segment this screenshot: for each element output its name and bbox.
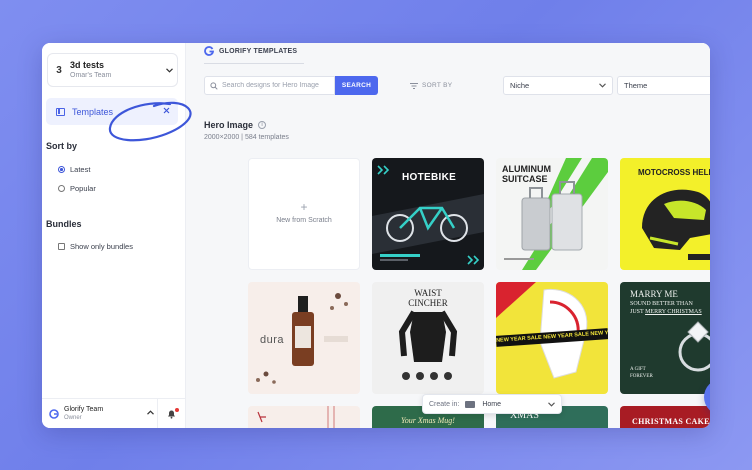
- brand-title: GLORIFY TEMPLATES: [219, 47, 298, 55]
- theme-select-value: Theme: [624, 81, 648, 90]
- account-role: Owner: [64, 415, 82, 421]
- templates-icon: [56, 107, 65, 116]
- niche-select-value: Niche: [510, 81, 530, 90]
- chevron-up-icon[interactable]: [144, 398, 158, 428]
- info-icon[interactable]: i: [258, 121, 267, 129]
- marry-line3: JUST: [630, 309, 644, 315]
- xmas-cake-title: CHRISTMAS CAKE?: [632, 417, 710, 426]
- account-info[interactable]: Glorify Team Owner: [64, 405, 144, 422]
- team-subtitle: Omar's Team: [70, 72, 112, 79]
- team-switcher[interactable]: 3 3d tests Omar's Team: [47, 53, 178, 87]
- sort-option-label: Latest: [70, 165, 91, 174]
- template-card-marry[interactable]: MARRY ME SOUND BETTER THAN JUST MERRY CH…: [620, 282, 710, 394]
- cincher-title: WAIST CINCHER: [372, 288, 484, 308]
- search-button[interactable]: SEARCH: [335, 76, 378, 95]
- sort-option-latest[interactable]: Latest: [58, 165, 90, 174]
- page-title-text: Hero Image: [204, 120, 254, 130]
- marry-text: MARRY ME SOUND BETTER THAN JUST MERRY CH…: [630, 289, 702, 380]
- search-box[interactable]: [204, 76, 335, 95]
- folder-icon: [465, 400, 476, 408]
- marry-line6: FOREVER: [630, 374, 653, 379]
- scribble-annotation: [108, 101, 192, 142]
- notification-dot: [175, 407, 179, 412]
- brand-underline: [204, 63, 304, 64]
- cincher-title-line1: WAIST: [414, 288, 442, 298]
- suitcase-title-line2: SUITCASE: [502, 174, 548, 184]
- plus-icon: +: [300, 200, 308, 214]
- create-in-label: Create in:: [429, 400, 460, 408]
- sort-by-label: SORT BY: [410, 82, 452, 89]
- marry-line2: SOUND BETTER THAN: [630, 301, 693, 307]
- radio-selected-icon[interactable]: [58, 166, 65, 173]
- niche-select[interactable]: Niche: [503, 76, 613, 95]
- search-icon: [210, 81, 218, 90]
- marry-line4: MERRY CHRISTMAS: [645, 309, 702, 315]
- template-card-row3-1[interactable]: [248, 406, 360, 428]
- show-only-bundles-checkbox[interactable]: Show only bundles: [58, 242, 133, 251]
- template-card-suitcase[interactable]: ALUMINUM SUITCASE: [496, 158, 608, 270]
- account-name: Glorify Team: [64, 406, 104, 413]
- main-content: GLORIFY TEMPLATES SEARCH SORT BY Niche T…: [186, 43, 710, 428]
- account-bar: Glorify Team Owner: [42, 398, 186, 428]
- bundles-heading: Bundles: [46, 219, 82, 229]
- topbar: GLORIFY TEMPLATES: [186, 43, 710, 63]
- dura-brand: dura: [260, 334, 285, 346]
- marry-line1: MARRY ME: [630, 289, 678, 299]
- search-input[interactable]: [222, 82, 332, 89]
- template-card-xmas-cake[interactable]: CHRISTMAS CAKE?: [620, 406, 710, 428]
- brand: GLORIFY TEMPLATES: [204, 46, 297, 56]
- sort-option-popular[interactable]: Popular: [58, 184, 96, 193]
- marry-line5: A GIFT: [630, 367, 646, 372]
- glorify-logo-icon: [204, 46, 214, 56]
- page-title: Hero Image i: [204, 120, 267, 130]
- template-card-cincher[interactable]: WAIST CINCHER: [372, 282, 484, 394]
- theme-select[interactable]: Theme: [617, 76, 710, 95]
- sort-icon: [410, 82, 418, 89]
- team-text: 3d tests Omar's Team: [70, 59, 161, 81]
- chevron-down-icon: [161, 66, 177, 75]
- template-card-dura[interactable]: dura: [248, 282, 360, 394]
- new-from-scratch-card[interactable]: + New from Scratch: [248, 158, 360, 270]
- notifications-button[interactable]: [158, 399, 186, 429]
- checkbox-label: Show only bundles: [70, 242, 133, 251]
- cincher-title-line2: CINCHER: [408, 298, 448, 308]
- hotebike-title: HOTEBIKE: [402, 172, 457, 183]
- template-card-helmet[interactable]: MOTOCROSS HELMET: [620, 158, 710, 270]
- suitcase-title-line1: ALUMINUM: [502, 164, 551, 174]
- helmet-title: MOTOCROSS HELMET: [638, 168, 710, 177]
- page-meta: 2000×2000 | 584 templates: [204, 134, 289, 141]
- new-from-scratch-label: New from Scratch: [276, 217, 332, 224]
- radio-icon[interactable]: [58, 185, 65, 192]
- glorify-logo-icon: [49, 408, 59, 419]
- sort-option-label: Popular: [70, 184, 96, 193]
- suitcase-title: ALUMINUM SUITCASE: [502, 164, 551, 184]
- template-card-hotebike[interactable]: HOTEBIKE: [372, 158, 484, 270]
- xmas-mug-title: Your Xmas Mug!: [401, 416, 455, 425]
- row3-1-thumbnail: [257, 406, 335, 428]
- team-number: 3: [56, 64, 62, 76]
- template-card-sale[interactable]: NEW YEAR SALE NEW YEAR SALE NEW YEAR SAL…: [496, 282, 608, 394]
- create-in-value: Home: [482, 400, 502, 408]
- team-name: 3d tests: [70, 60, 105, 70]
- checkbox-icon[interactable]: [58, 243, 65, 250]
- chevron-down-icon: [548, 401, 555, 407]
- create-in-selector[interactable]: Create in: Home: [422, 394, 562, 414]
- chevron-down-icon: [599, 83, 606, 88]
- sort-by-heading: Sort by: [46, 141, 78, 151]
- sort-by-text: SORT BY: [422, 82, 453, 89]
